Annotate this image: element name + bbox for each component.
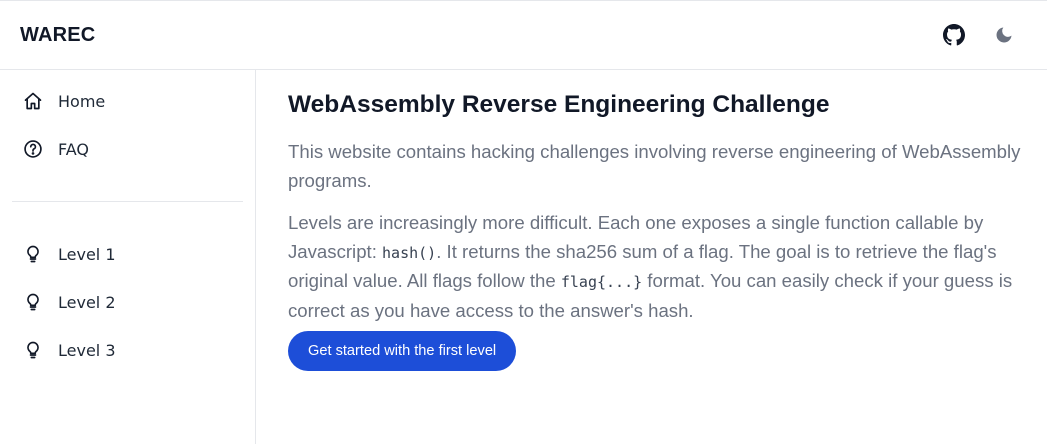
github-icon[interactable] [941,22,967,48]
sidebar-item-level-1[interactable]: Level 1 [12,234,244,274]
question-circle-icon [22,138,44,160]
moon-icon[interactable] [991,22,1017,48]
sidebar-item-label: FAQ [58,139,89,159]
home-icon [22,90,44,112]
page-title: WebAssembly Reverse Engineering Challeng… [288,91,830,118]
top-header: WAREC [0,0,1047,70]
lightbulb-icon [22,339,44,361]
sidebar-item-home[interactable]: Home [12,81,244,121]
sidebar-divider [12,201,243,202]
sidebar-item-label: Level 1 [58,244,116,264]
levels-paragraph: Levels are increasingly more difficult. … [288,209,1028,325]
flag-format-code: flag{...} [560,273,643,291]
brand-logo[interactable]: WAREC [20,24,95,47]
header-actions [941,22,1027,48]
sidebar-item-label: Level 2 [58,292,116,312]
sidebar-item-label: Level 3 [58,340,116,360]
sidebar-item-level-3[interactable]: Level 3 [12,330,244,370]
sidebar: Home FAQ Level 1 Level 2 Level 3 [0,70,256,444]
intro-paragraph: This website contains hacking challenges… [288,141,1021,191]
lightbulb-icon [22,243,44,265]
sidebar-item-level-2[interactable]: Level 2 [12,282,244,322]
hash-code: hash() [382,243,437,262]
sidebar-item-label: Home [58,91,106,111]
lightbulb-icon [22,291,44,313]
sidebar-item-faq[interactable]: FAQ [12,129,244,169]
get-started-button[interactable]: Get started with the first level [288,331,517,371]
